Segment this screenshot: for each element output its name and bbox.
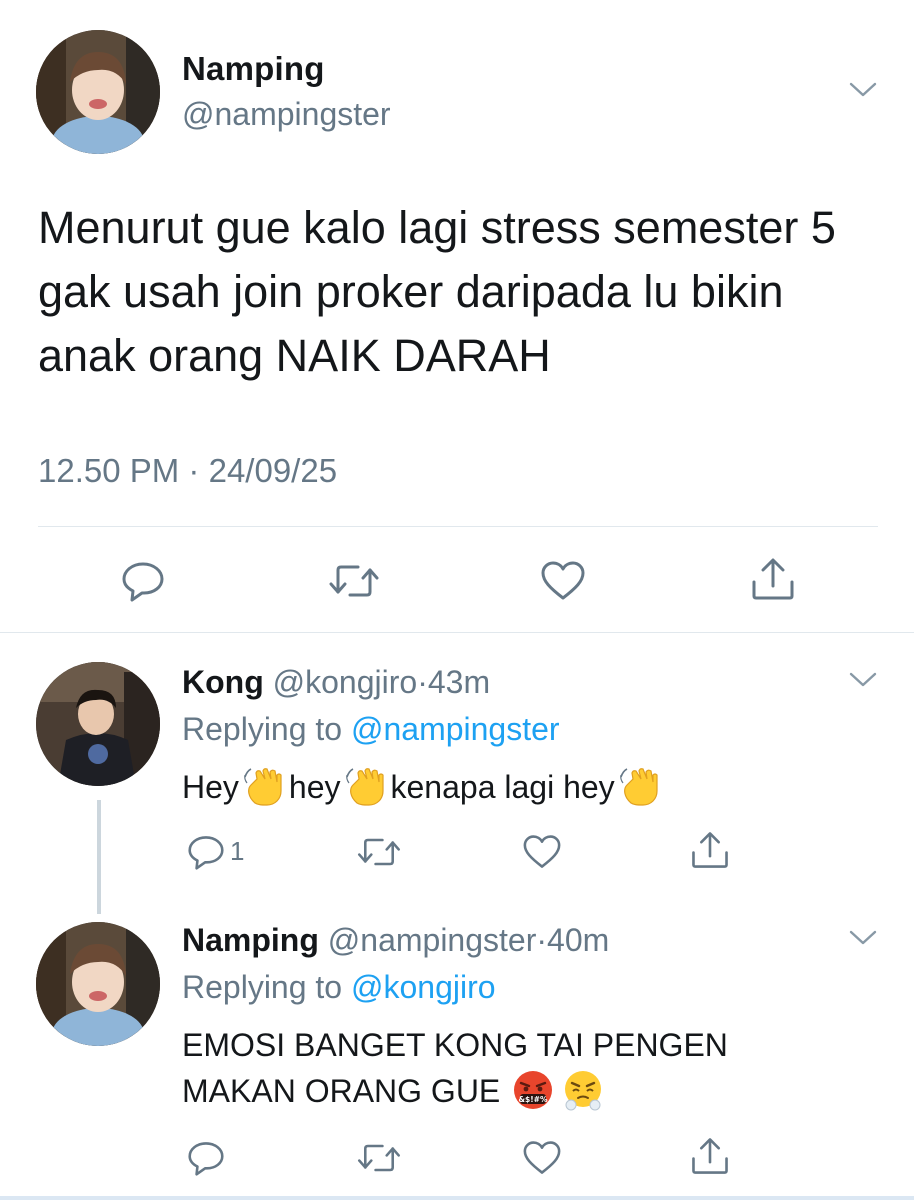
svg-text:&$!#%: &$!#% <box>519 1095 548 1104</box>
like-icon[interactable] <box>522 834 562 870</box>
tweet-timestamp[interactable]: 12.50 PM · 24/09/25 <box>38 452 337 490</box>
reply-author-handle[interactable]: @kongjiro <box>273 664 418 700</box>
meta-separator: · <box>417 664 428 700</box>
waving-hand-emoji <box>619 765 661 807</box>
tweet-time: 12.50 PM <box>38 452 180 489</box>
meta-separator: · <box>188 452 200 489</box>
retweet-icon[interactable] <box>328 560 380 602</box>
avatar[interactable] <box>36 922 160 1046</box>
reply-icon[interactable] <box>121 560 165 602</box>
chevron-down-icon[interactable] <box>848 670 878 690</box>
reply-icon[interactable] <box>186 1140 226 1176</box>
reply-time[interactable]: 43m <box>428 664 490 700</box>
bottom-edge <box>0 1196 914 1200</box>
avatar[interactable] <box>36 30 160 154</box>
reply-text-part: hey <box>288 769 341 805</box>
mention-link[interactable]: @nampingster <box>351 711 560 747</box>
replying-prefix: Replying to <box>182 969 343 1005</box>
share-icon[interactable] <box>690 830 730 870</box>
reply-text-part: MAKAN ORANG GUE <box>182 1073 501 1109</box>
reply-text-line-2: MAKAN ORANG GUE &$!#% <box>182 1068 728 1115</box>
like-icon[interactable] <box>522 1140 562 1176</box>
thread-connector <box>97 800 101 914</box>
retweet-icon[interactable] <box>356 834 402 870</box>
reply-text: Hey hey kenapa lagi hey <box>182 764 665 811</box>
retweet-icon[interactable] <box>356 1140 402 1176</box>
divider <box>0 632 914 633</box>
reply-text: EMOSI BANGET KONG TAI PENGEN MAKAN ORANG… <box>182 1022 728 1115</box>
reply-text-line: EMOSI BANGET KONG TAI PENGEN <box>182 1027 728 1063</box>
share-icon[interactable] <box>690 1136 730 1176</box>
reply-author-name[interactable]: Namping <box>182 922 319 958</box>
tweet-date: 24/09/25 <box>208 452 338 489</box>
reply-author-name[interactable]: Kong <box>182 664 264 700</box>
reply-count: 1 <box>230 836 245 866</box>
chevron-down-icon[interactable] <box>848 928 878 948</box>
face-with-symbols-emoji: &$!#% <box>512 1069 554 1111</box>
reply-header: Namping @nampingster·40m <box>182 922 609 959</box>
reply-header: Kong @kongjiro·43m <box>182 664 490 701</box>
reply-time[interactable]: 40m <box>547 922 609 958</box>
chevron-down-icon[interactable] <box>848 80 878 100</box>
reply-icon[interactable] <box>186 834 226 870</box>
replying-to: Replying to @kongjiro <box>182 969 496 1006</box>
like-icon[interactable] <box>540 560 586 602</box>
meta-separator: · <box>536 922 548 958</box>
waving-hand-emoji <box>345 765 387 807</box>
reply-text-part: Hey <box>182 769 239 805</box>
replying-prefix: Replying to <box>182 711 343 747</box>
mention-link[interactable]: @kongjiro <box>351 969 496 1005</box>
replying-to: Replying to @nampingster <box>182 711 560 748</box>
avatar[interactable] <box>36 662 160 786</box>
reply-text-part: kenapa lagi hey <box>390 769 615 805</box>
tweet-text: Menurut gue kalo lagi stress semester 5 … <box>38 202 836 381</box>
share-icon[interactable] <box>750 556 796 602</box>
divider <box>38 526 878 527</box>
waving-hand-emoji <box>243 765 285 807</box>
reply-author-handle[interactable]: @nampingster <box>328 922 537 958</box>
author-handle[interactable]: @nampingster <box>182 96 391 133</box>
face-with-steam-emoji <box>562 1069 604 1111</box>
author-name[interactable]: Namping <box>182 50 325 88</box>
